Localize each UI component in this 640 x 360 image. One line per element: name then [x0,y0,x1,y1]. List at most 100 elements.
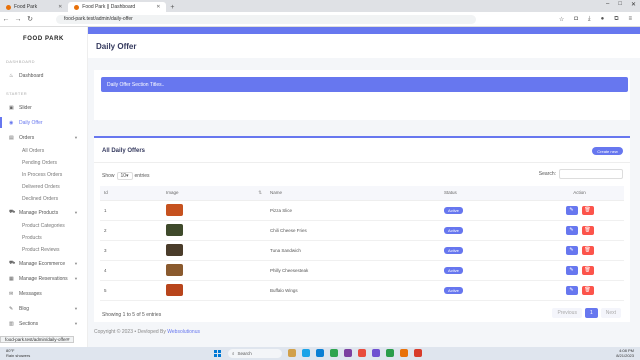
forward-icon[interactable]: → [12,16,24,23]
sidebar-item-orders[interactable]: ▤ Orders ▼ [0,130,87,145]
fire-icon: ♨ [9,72,14,79]
edit-button[interactable]: ✎ [565,265,578,275]
browser-tab-1[interactable]: Food Park ✕ [0,2,68,12]
chevron-down-icon: ▼ [74,306,78,311]
sidebar-item-daily-offer[interactable]: ◉ Daily Offer [0,115,87,130]
sidebar-item-label: Messages [19,290,42,297]
delete-button[interactable]: 🗑 [581,225,594,235]
minimize-icon[interactable]: – [606,1,609,8]
close-tab-icon[interactable]: ✕ [156,4,160,10]
close-tab-icon[interactable]: ✕ [58,4,62,10]
sidebar-item-label: Blog [19,305,30,312]
spotify-icon[interactable] [330,349,338,357]
app-icon[interactable] [414,349,422,357]
windows-start-icon[interactable] [214,350,221,357]
file-explorer-icon[interactable] [288,349,296,357]
sidebar-item-dashboard[interactable]: ♨ Dashboard [0,68,87,83]
edge-icon[interactable] [316,349,324,357]
developer-link[interactable]: Websolutionus [167,329,200,335]
chrome-icon[interactable] [358,349,366,357]
sidebar-item-blog[interactable]: ✎ Blog ▼ [0,301,87,316]
url-field[interactable]: food-park.test/admin/daily-offer [56,14,476,24]
weather-widget[interactable]: 80°F Rain showers [6,348,30,358]
sidebar-subitem-delivered-orders[interactable]: Delivered Orders [0,181,87,193]
sidebar-subitem-products[interactable]: Products [0,232,87,244]
reload-icon[interactable]: ↻ [24,15,36,23]
pagination-page-1[interactable]: 1 [584,308,598,318]
pagination-previous[interactable]: Previous [552,308,582,318]
taskbar-search[interactable]: ⌕ Search [228,349,282,358]
edit-button[interactable]: ✎ [565,245,578,255]
delete-button[interactable]: 🗑 [581,285,594,295]
sidebar-subitem-product-reviews[interactable]: Product Reviews [0,244,87,256]
column-header-id[interactable]: Id [100,186,162,201]
close-window-icon[interactable]: ✕ [631,1,636,8]
table-header-row: Id Image ⇅ Name Status Action [100,186,624,201]
status-badge: Active [444,266,463,274]
app-icon[interactable] [344,349,352,357]
extensions-icon[interactable]: ⧉ [614,16,618,23]
search-input[interactable] [559,169,623,179]
column-header-status[interactable]: Status [440,186,535,201]
sidebar-subitem-product-categories[interactable]: Product Categories [0,220,87,232]
sort-icon: ⇅ [258,190,262,196]
edit-button[interactable]: ✎ [565,225,578,235]
sidebar-item-slider[interactable]: ▣ Slider [0,100,87,115]
store-icon[interactable] [302,349,310,357]
tab-title: Food Park || Dashboard [82,4,136,10]
sidebar-item-messages[interactable]: ✉ Messages [0,286,87,301]
delete-button[interactable]: 🗑 [581,265,594,275]
pagination-next[interactable]: Next [600,308,621,318]
card-title: All Daily Offers [102,148,146,154]
entries-select[interactable]: 10 ▾ [116,172,133,180]
new-tab-button[interactable]: + [170,2,174,12]
cell-image [162,260,266,281]
sidebar-item-manage-ecommerce[interactable]: ⛟ Manage Ecommerce ▼ [0,256,87,271]
edit-button[interactable]: ✎ [565,285,578,295]
delete-button[interactable]: 🗑 [581,205,594,215]
sidebar-item-manage-reservations[interactable]: ▦ Manage Reservations ▼ [0,271,87,286]
section-label-dashboard: DASHBOARD [6,59,35,64]
section-label-starter: STARTER [6,91,28,96]
table-row: 3 Tuna Sandwich Active ✎ 🗑 [100,240,624,261]
delete-button[interactable]: 🗑 [581,245,594,255]
app-icon[interactable] [386,349,394,357]
section-titles-toggle[interactable]: Daily Offer Section Titles.. [101,77,628,92]
sidebar-item-sections[interactable]: ▥ Sections ▼ [0,316,87,331]
cell-action: ✎ 🗑 [535,280,624,301]
download-icon[interactable]: ⤓ [588,16,591,23]
browser-tab-2[interactable]: Food Park || Dashboard ✕ [68,2,167,12]
create-new-button[interactable]: Create new [592,147,623,155]
sidebar-subitem-pending-orders[interactable]: Pending Orders [0,157,87,169]
url-text: food-park.test/admin/daily-offer [64,16,133,22]
maximize-icon[interactable]: □ [618,1,622,8]
chevron-down-icon: ▼ [74,135,78,140]
page-title: Daily Offer [88,34,640,58]
brand-logo[interactable]: FOOD PARK [0,27,87,51]
column-header-image[interactable]: Image ⇅ [162,186,266,201]
account-icon[interactable]: ● [601,16,605,23]
system-tray-clock[interactable]: 4:08 PM 8/21/2023 [616,348,634,358]
pocket-icon[interactable]: ◘ [574,16,578,23]
app-icon[interactable] [372,349,380,357]
cell-action: ✎ 🗑 [535,240,624,261]
sidebar-item-label: Sections [19,320,39,327]
edit-icon: ✎ [569,206,574,213]
food-thumbnail [166,244,183,256]
edit-button[interactable]: ✎ [565,205,578,215]
bookmark-star-icon[interactable]: ☆ [559,16,564,23]
firefox-icon[interactable] [400,349,408,357]
back-icon[interactable]: ← [0,16,12,23]
image-icon: ▣ [9,104,14,111]
trash-icon: 🗑 [584,266,591,273]
cell-id: 4 [100,260,162,281]
sidebar-subitem-all-orders[interactable]: All Orders [0,145,87,157]
sidebar-subitem-in-process-orders[interactable]: In Process Orders [0,169,87,181]
sidebar-item-manage-products[interactable]: ⛟ Manage Products ▼ [0,205,87,220]
column-header-name[interactable]: Name [266,186,440,201]
menu-icon[interactable]: ≡ [628,16,632,23]
trash-icon: 🗑 [584,246,591,253]
sidebar-subitem-declined-orders[interactable]: Declined Orders [0,193,87,205]
edit-icon: ✎ [569,246,574,253]
taskbar-apps [288,349,422,357]
